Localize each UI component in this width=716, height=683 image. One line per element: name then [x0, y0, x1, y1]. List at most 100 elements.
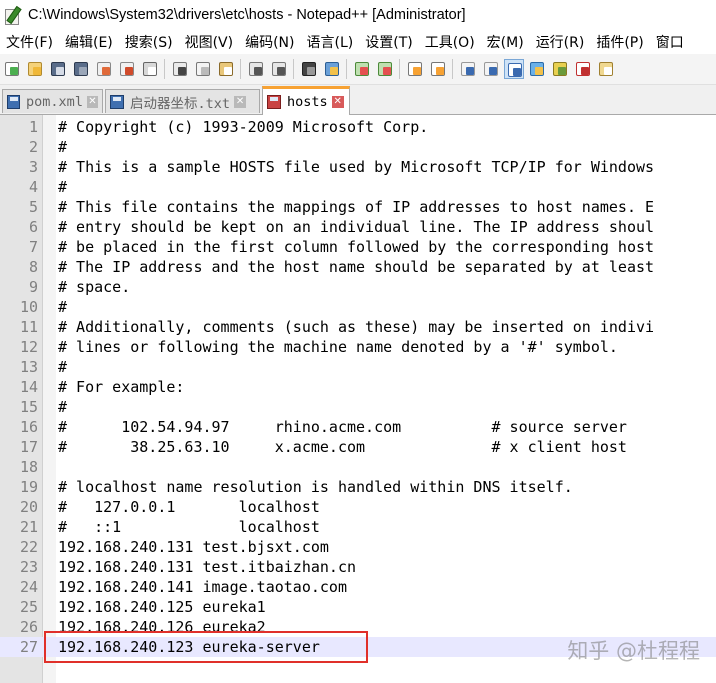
code-line[interactable]: 19 # localhost name resolution is handled…	[0, 477, 716, 497]
menu-plugins[interactable]: 插件(P)	[590, 32, 649, 52]
tab-pom-xml[interactable]: pom.xml ✕	[2, 89, 103, 113]
folder-as-workspace-icon[interactable]	[596, 59, 616, 79]
code-line[interactable]: 12 # lines or following the machine name …	[0, 337, 716, 357]
code-line[interactable]: 21 # ::1 localhost	[0, 517, 716, 537]
code-line[interactable]: 17 # 38.25.63.10 x.acme.com # x client ho…	[0, 437, 716, 457]
code-line[interactable]: 22 192.168.240.131 test.bjsxt.com	[0, 537, 716, 557]
zoom-in-icon[interactable]	[352, 59, 372, 79]
code-line[interactable]: 25 192.168.240.125 eureka1	[0, 597, 716, 617]
show-all-chars-icon[interactable]	[481, 59, 501, 79]
menu-encoding[interactable]: 编码(N)	[239, 32, 300, 52]
line-text[interactable]: # localhost name resolution is handled w…	[58, 477, 573, 497]
line-text[interactable]: # Copyright (c) 1993-2009 Microsoft Corp…	[58, 117, 428, 137]
code-line[interactable]: 18	[0, 457, 716, 477]
find-icon[interactable]	[299, 59, 319, 79]
line-text[interactable]: #	[58, 137, 67, 157]
word-wrap-icon[interactable]	[458, 59, 478, 79]
line-text[interactable]: # 127.0.0.1 localhost	[58, 497, 320, 517]
code-line[interactable]: 7 # be placed in the first column followe…	[0, 237, 716, 257]
line-text[interactable]: # The IP address and the host name shoul…	[58, 257, 654, 277]
code-line[interactable]: 2 #	[0, 137, 716, 157]
print-icon[interactable]	[140, 59, 160, 79]
line-text[interactable]: 192.168.240.141 image.taotao.com	[58, 577, 347, 597]
code-line[interactable]: 13 #	[0, 357, 716, 377]
sync-vertical-icon[interactable]	[405, 59, 425, 79]
window-title: C:\Windows\System32\drivers\etc\hosts - …	[28, 7, 466, 23]
save-icon[interactable]	[48, 59, 68, 79]
copy-icon[interactable]	[193, 59, 213, 79]
line-text[interactable]: # Additionally, comments (such as these)…	[58, 317, 654, 337]
code-line[interactable]: 9 # space.	[0, 277, 716, 297]
line-text[interactable]: # ::1 localhost	[58, 517, 320, 537]
code-line[interactable]: 16 # 102.54.94.97 rhino.acme.com # source…	[0, 417, 716, 437]
zoom-out-icon[interactable]	[375, 59, 395, 79]
line-text[interactable]: # This is a sample HOSTS file used by Mi…	[58, 157, 654, 177]
line-text[interactable]: # 38.25.63.10 x.acme.com # x client host	[58, 437, 627, 457]
line-text[interactable]: 192.168.240.131 test.bjsxt.com	[58, 537, 329, 557]
menu-settings[interactable]: 设置(T)	[359, 32, 418, 52]
tab-hosts[interactable]: hosts ✕	[262, 86, 350, 115]
replace-icon[interactable]	[322, 59, 342, 79]
watermark: 知乎 @杜程程	[567, 639, 700, 663]
code-line[interactable]: 24 192.168.240.141 image.taotao.com	[0, 577, 716, 597]
line-text[interactable]: 192.168.240.131 test.itbaizhan.cn	[58, 557, 356, 577]
line-text[interactable]: # entry should be kept on an individual …	[58, 217, 654, 237]
menu-macro[interactable]: 宏(M)	[481, 32, 530, 52]
line-text[interactable]: #	[58, 397, 67, 417]
menu-file[interactable]: 文件(F)	[0, 32, 59, 52]
new-file-icon[interactable]	[2, 59, 22, 79]
tab-launcher-coordinates[interactable]: 启动器坐标.txt ✕	[105, 89, 260, 113]
code-line[interactable]: 11 # Additionally, comments (such as thes…	[0, 317, 716, 337]
open-file-icon[interactable]	[25, 59, 45, 79]
code-line[interactable]: 5 # This file contains the mappings of IP…	[0, 197, 716, 217]
user-defined-lang-icon[interactable]	[527, 59, 547, 79]
code-line[interactable]: 10 #	[0, 297, 716, 317]
line-text[interactable]: #	[58, 177, 67, 197]
toolbar	[0, 54, 716, 85]
code-line[interactable]: 14 # For example:	[0, 377, 716, 397]
line-text[interactable]: #	[58, 357, 67, 377]
line-text[interactable]: # For example:	[58, 377, 184, 397]
toolbar-separator	[452, 59, 453, 79]
sync-horizontal-icon[interactable]	[428, 59, 448, 79]
indent-guide-icon[interactable]	[503, 59, 524, 79]
line-text[interactable]: # This file contains the mappings of IP …	[58, 197, 654, 217]
menu-view[interactable]: 视图(V)	[179, 32, 240, 52]
close-icon[interactable]	[94, 59, 114, 79]
editor-pane[interactable]: 1 # Copyright (c) 1993-2009 Microsoft Cor…	[0, 115, 716, 683]
menu-tools[interactable]: 工具(O)	[419, 32, 481, 52]
code-line[interactable]: 8 # The IP address and the host name shou…	[0, 257, 716, 277]
undo-icon[interactable]	[246, 59, 266, 79]
document-map-icon[interactable]	[550, 59, 570, 79]
close-tab-icon[interactable]: ✕	[86, 95, 98, 108]
line-text[interactable]: # 102.54.94.97 rhino.acme.com # source s…	[58, 417, 627, 437]
code-line[interactable]: 3 # This is a sample HOSTS file used by M…	[0, 157, 716, 177]
redo-icon[interactable]	[269, 59, 289, 79]
code-line[interactable]: 1 # Copyright (c) 1993-2009 Microsoft Cor…	[0, 117, 716, 137]
line-text[interactable]: # be placed in the first column followed…	[58, 237, 654, 257]
line-text[interactable]: #	[58, 297, 67, 317]
save-all-icon[interactable]	[71, 59, 91, 79]
code-line[interactable]: 15 #	[0, 397, 716, 417]
cut-icon[interactable]	[170, 59, 190, 79]
code-line[interactable]: 20 # 127.0.0.1 localhost	[0, 497, 716, 517]
close-tab-icon[interactable]: ✕	[331, 96, 344, 108]
toolbar-separator	[399, 59, 400, 79]
menu-search[interactable]: 搜索(S)	[119, 32, 179, 52]
code-line[interactable]: 6 # entry should be kept on an individual…	[0, 217, 716, 237]
close-all-icon[interactable]	[117, 59, 137, 79]
line-number: 23	[19, 558, 38, 576]
menu-language[interactable]: 语言(L)	[301, 32, 360, 52]
line-text[interactable]: # space.	[58, 277, 130, 297]
function-list-icon[interactable]	[573, 59, 593, 79]
menu-edit[interactable]: 编辑(E)	[59, 32, 119, 52]
line-number: 21	[19, 518, 38, 536]
code-line[interactable]: 4 #	[0, 177, 716, 197]
code-line[interactable]: 23 192.168.240.131 test.itbaizhan.cn	[0, 557, 716, 577]
menu-run[interactable]: 运行(R)	[530, 32, 591, 52]
menu-window[interactable]: 窗口	[650, 32, 690, 52]
line-text[interactable]: # lines or following the machine name de…	[58, 337, 618, 357]
line-text[interactable]: 192.168.240.125 eureka1	[58, 597, 266, 617]
close-tab-icon[interactable]: ✕	[234, 95, 247, 108]
paste-icon[interactable]	[216, 59, 236, 79]
